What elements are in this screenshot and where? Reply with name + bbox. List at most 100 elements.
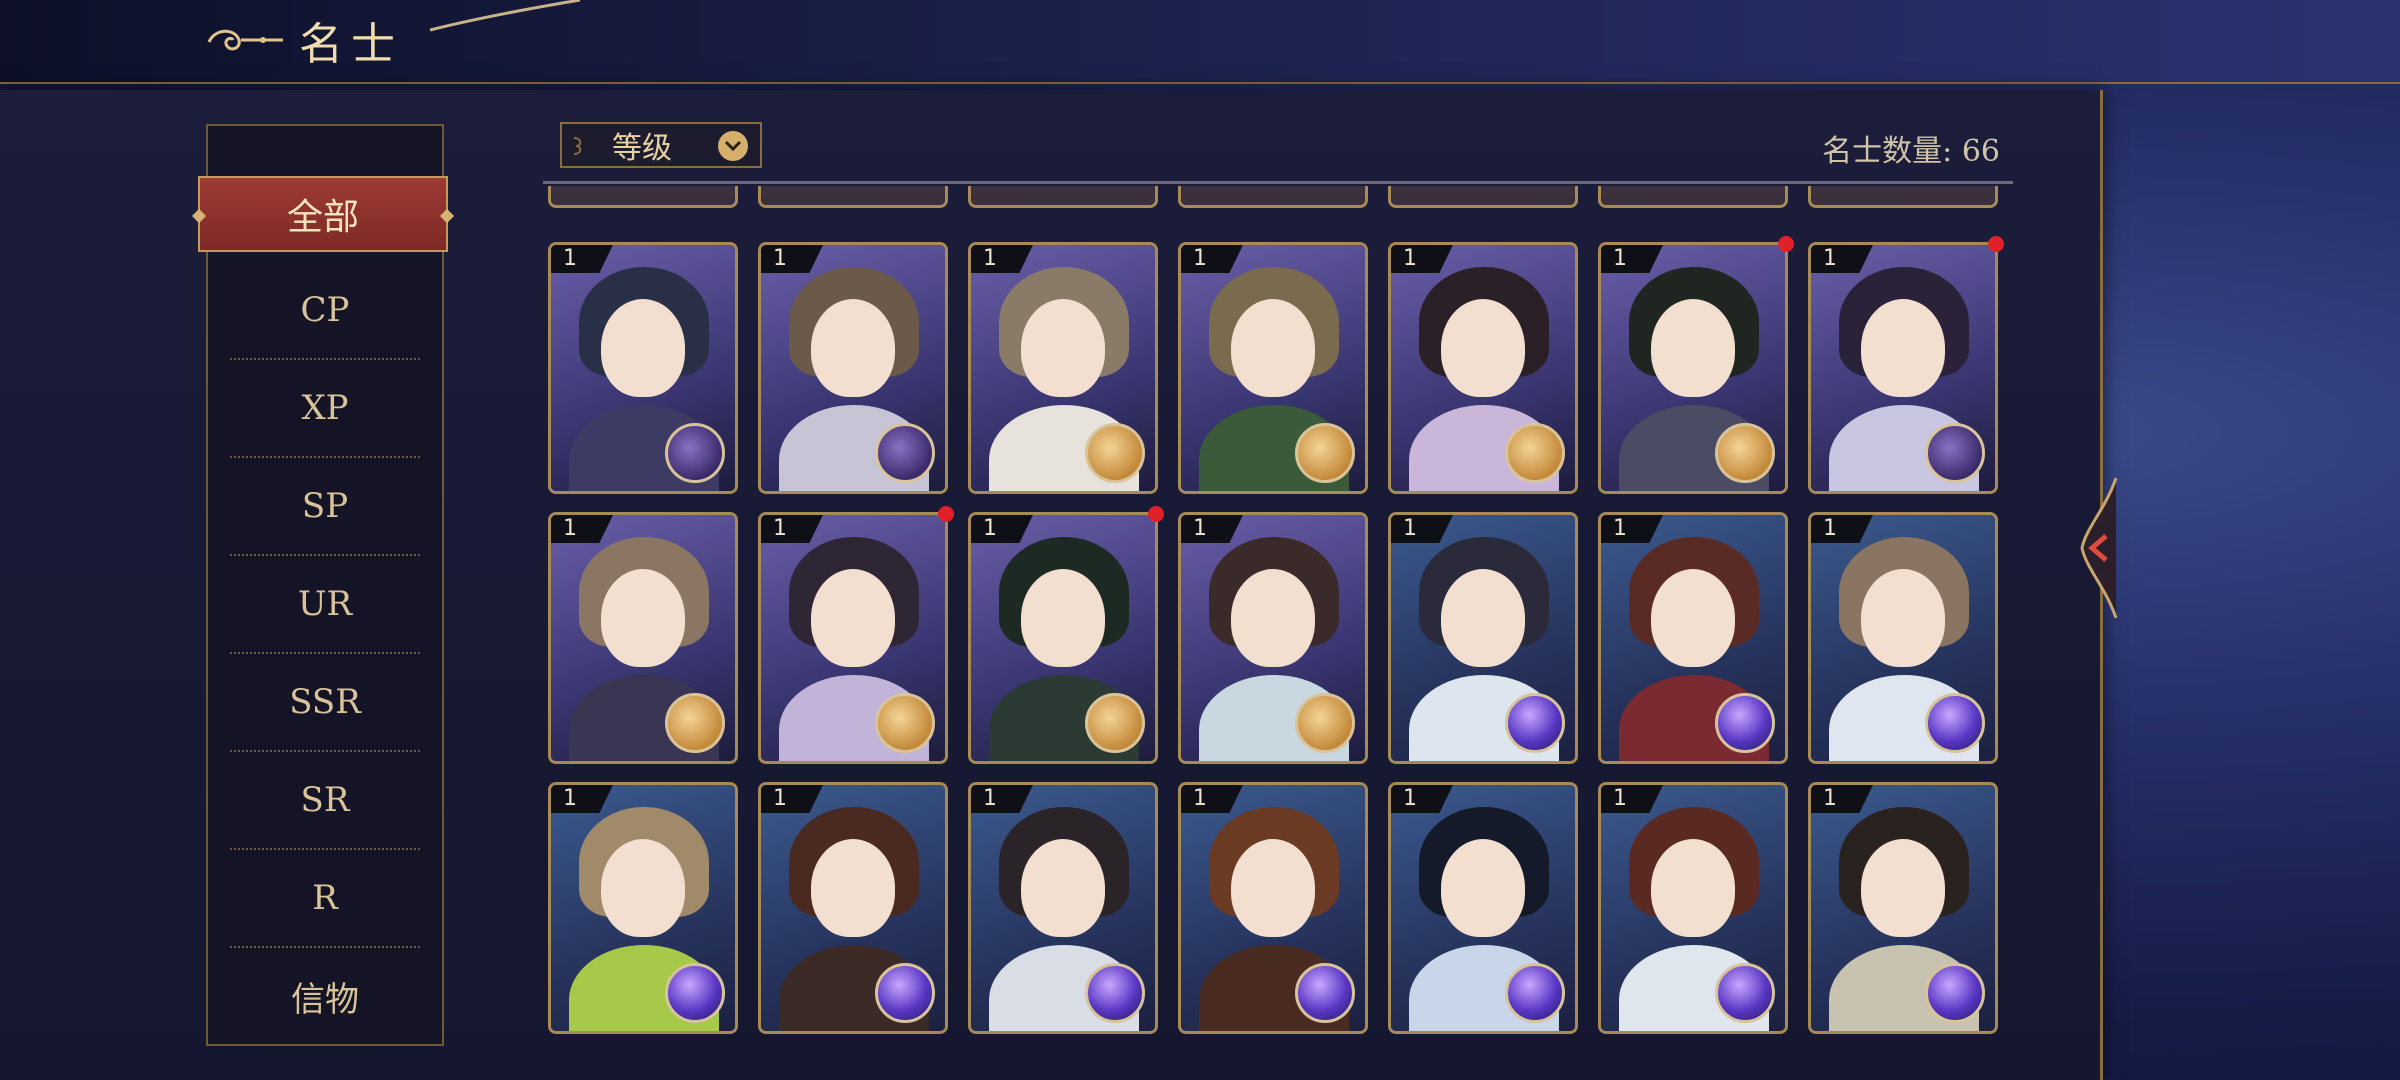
rarity-emblem-icon — [875, 423, 935, 483]
sidebar-item-r[interactable]: R — [230, 850, 420, 948]
notification-dot-icon — [1778, 236, 1794, 252]
top-band: 名士 — [0, 0, 2400, 84]
character-card[interactable]: 1 — [968, 242, 1158, 494]
character-card[interactable]: 1 — [548, 242, 738, 494]
character-card-partial[interactable] — [758, 186, 948, 208]
grid-divider — [543, 181, 2013, 184]
character-portrait — [1651, 299, 1735, 397]
character-card[interactable]: 1 — [758, 782, 948, 1034]
sidebar-item-label: SR — [300, 780, 350, 820]
sidebar-item-ur[interactable]: UR — [230, 556, 420, 654]
rarity-emblem-icon — [875, 963, 935, 1023]
rarity-emblem-icon — [1505, 963, 1565, 1023]
notification-dot-icon — [1988, 236, 2004, 252]
character-card[interactable]: 1 — [548, 512, 738, 764]
character-card[interactable]: 1 — [1598, 512, 1788, 764]
character-portrait — [811, 299, 895, 397]
character-card[interactable]: 1 — [1178, 242, 1368, 494]
character-card[interactable]: 1 — [968, 512, 1158, 764]
character-portrait — [1231, 839, 1315, 937]
sort-label: 等级 — [612, 131, 672, 166]
notification-dot-icon — [1148, 506, 1164, 522]
rarity-emblem-icon — [665, 963, 725, 1023]
character-portrait — [1651, 569, 1735, 667]
character-card[interactable]: 1 — [1178, 782, 1368, 1034]
character-card-partial[interactable] — [548, 186, 738, 208]
character-portrait — [1231, 299, 1315, 397]
rarity-emblem-icon — [1295, 963, 1355, 1023]
rarity-emblem-icon — [1295, 693, 1355, 753]
rarity-emblem-icon — [1085, 963, 1145, 1023]
sidebar-item-label: XP — [301, 388, 349, 428]
sidebar-item-sp[interactable]: SP — [230, 458, 420, 556]
rarity-emblem-icon — [1925, 423, 1985, 483]
character-portrait — [1021, 299, 1105, 397]
sidebar-item-cp[interactable]: CP — [230, 262, 420, 360]
page-title: 名士 — [299, 19, 403, 70]
character-portrait — [1441, 839, 1525, 937]
sidebar-item-label: 信物 — [291, 979, 359, 1020]
rarity-emblem-icon — [875, 693, 935, 753]
rarity-emblem-icon — [1715, 963, 1775, 1023]
sidebar-item-ssr[interactable]: SSR — [230, 654, 420, 752]
rarity-emblem-icon — [1715, 423, 1775, 483]
rarity-emblem-icon — [1085, 693, 1145, 753]
character-portrait — [1441, 299, 1525, 397]
character-card[interactable]: 1 — [1598, 242, 1788, 494]
category-sidebar: 全部 CP XP SP UR SSR SR R 信物 — [198, 124, 448, 1046]
character-portrait — [1651, 839, 1735, 937]
character-card[interactable]: 1 — [548, 782, 738, 1034]
character-portrait — [1441, 569, 1525, 667]
sidebar-item-sr[interactable]: SR — [230, 752, 420, 850]
cloud-scroll-icon — [207, 29, 283, 51]
character-card[interactable]: 1 — [758, 512, 948, 764]
rarity-emblem-icon — [1505, 693, 1565, 753]
rarity-emblem-icon — [1085, 423, 1145, 483]
character-card[interactable]: 1 — [758, 242, 948, 494]
rarity-emblem-icon — [1925, 693, 1985, 753]
rarity-emblem-icon — [1505, 423, 1565, 483]
collapse-arrow-icon[interactable] — [2076, 478, 2122, 618]
decorative-swoosh-icon — [430, 0, 581, 32]
rarity-emblem-icon — [1925, 963, 1985, 1023]
character-card-partial[interactable] — [968, 186, 1158, 208]
sidebar-item-all-label: 全部 — [286, 197, 359, 238]
character-portrait — [1861, 839, 1945, 937]
character-card-partial[interactable] — [1598, 186, 1788, 208]
character-card-partial[interactable] — [1388, 186, 1578, 208]
sidebar-item-label: CP — [300, 290, 350, 330]
character-card-partial[interactable] — [1808, 186, 1998, 208]
character-portrait — [601, 569, 685, 667]
character-card[interactable]: 1 — [1808, 242, 1998, 494]
character-portrait — [601, 299, 685, 397]
sort-dropdown[interactable]: 等级 — [560, 122, 762, 168]
character-portrait — [1021, 569, 1105, 667]
character-card[interactable]: 1 — [1808, 782, 1998, 1034]
character-card[interactable]: 1 — [1178, 512, 1368, 764]
character-card[interactable]: 1 — [1388, 782, 1578, 1034]
sidebar-item-label: UR — [297, 584, 353, 624]
character-card[interactable]: 1 — [1388, 512, 1578, 764]
character-portrait — [811, 839, 895, 937]
chevron-down-icon — [718, 131, 748, 161]
character-count: 名士数量: 66 — [1822, 134, 2000, 169]
sidebar-item-all[interactable]: 全部 — [198, 176, 448, 252]
character-card[interactable]: 1 — [1388, 242, 1578, 494]
page-header: 名士 — [205, 10, 403, 70]
sidebar-item-token[interactable]: 信物 — [230, 948, 420, 1044]
sidebar-item-label: SSR — [289, 682, 361, 722]
sidebar-item-xp[interactable]: XP — [230, 360, 420, 458]
character-portrait — [1231, 569, 1315, 667]
character-portrait — [1861, 569, 1945, 667]
rarity-emblem-icon — [1295, 423, 1355, 483]
character-card-partial[interactable] — [1178, 186, 1368, 208]
rarity-emblem-icon — [1715, 693, 1775, 753]
rarity-emblem-icon — [665, 693, 725, 753]
character-card[interactable]: 1 — [1598, 782, 1788, 1034]
sidebar-item-label: SP — [301, 486, 349, 526]
character-portrait — [1861, 299, 1945, 397]
character-portrait — [601, 839, 685, 937]
rarity-emblem-icon — [665, 423, 725, 483]
character-card[interactable]: 1 — [968, 782, 1158, 1034]
character-card[interactable]: 1 — [1808, 512, 1998, 764]
